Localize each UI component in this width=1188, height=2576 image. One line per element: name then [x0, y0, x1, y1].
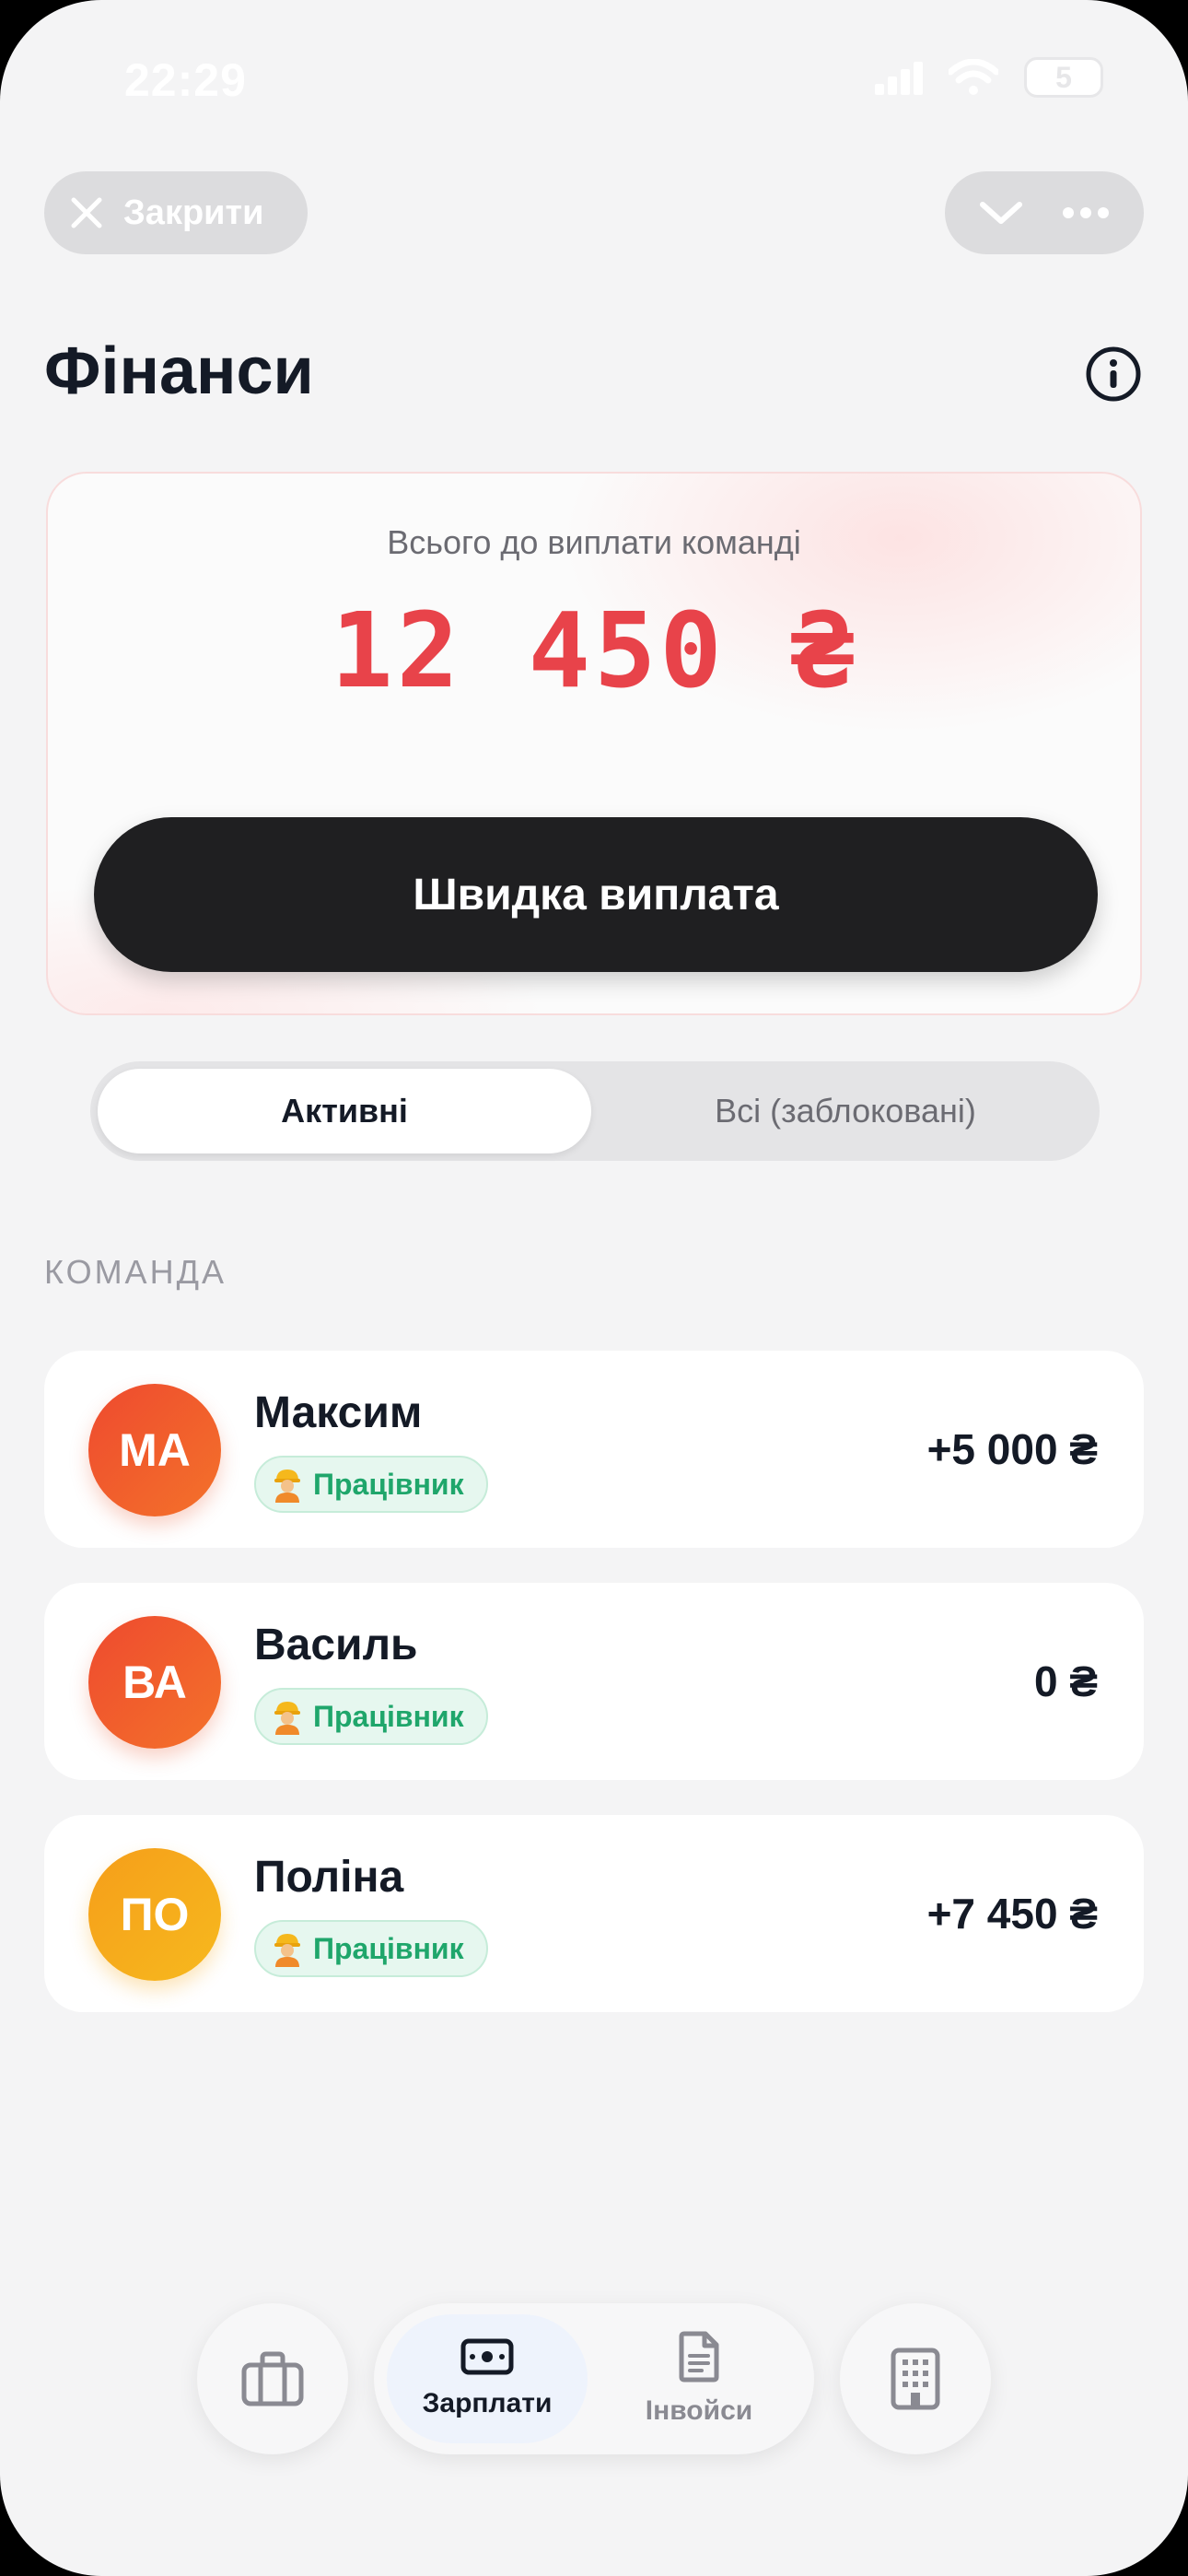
member-name: Максим — [254, 1388, 423, 1437]
chevron-down-icon[interactable] — [979, 199, 1023, 227]
role-label: Працівник — [313, 1467, 464, 1501]
team-member-row[interactable]: МА Максим Працівник +5 000 ₴ — [44, 1351, 1144, 1548]
status-icons: 5 — [875, 57, 1103, 98]
tab-invoices[interactable]: Інвойси — [599, 2314, 799, 2443]
team-member-row[interactable]: ПО Поліна Працівник +7 450 ₴ — [44, 1815, 1144, 2012]
battery-level: 5 — [1055, 60, 1072, 94]
construction-worker-icon — [274, 1469, 300, 1503]
page-title: Фінанси — [44, 334, 314, 408]
signal-icon — [875, 62, 923, 95]
close-button[interactable]: Закрити — [44, 171, 308, 254]
tab-invoices-label: Інвойси — [645, 2395, 753, 2426]
section-label-team: КОМАНДА — [44, 1253, 227, 1291]
role-badge: Працівник — [254, 1688, 488, 1745]
tab-salaries[interactable]: Зарплати — [387, 2314, 588, 2443]
member-amount: +5 000 ₴ — [926, 1425, 1098, 1473]
status-filter: Активні Всі (заблоковані) — [90, 1061, 1100, 1161]
tab-all-blocked[interactable]: Всі (заблоковані) — [599, 1069, 1092, 1153]
member-name: Поліна — [254, 1853, 404, 1902]
wifi-icon — [949, 59, 998, 95]
construction-worker-icon — [274, 1702, 300, 1735]
tab-active[interactable]: Активні — [98, 1069, 591, 1153]
app-screen: 22:29 5 Закрити Фінанси Всього до виплат… — [0, 0, 1188, 2576]
tab-salaries-label: Зарплати — [422, 2388, 553, 2418]
info-icon[interactable] — [1085, 345, 1142, 403]
role-badge: Працівник — [254, 1456, 488, 1513]
window-controls — [945, 171, 1144, 254]
role-label: Працівник — [313, 1931, 464, 1965]
avatar: ПО — [88, 1848, 221, 1981]
summary-amount: 12 450 ₴ — [331, 591, 857, 711]
construction-worker-icon — [274, 1934, 300, 1967]
member-name: Василь — [254, 1621, 418, 1669]
close-icon — [71, 197, 102, 228]
nav-briefcase-button[interactable] — [197, 2303, 348, 2454]
close-label: Закрити — [123, 193, 264, 232]
bottom-nav: Зарплати Інвойси — [374, 2303, 814, 2454]
role-label: Працівник — [313, 1699, 464, 1733]
team-member-row[interactable]: ВА Василь Працівник 0 ₴ — [44, 1583, 1144, 1780]
status-time: 22:29 — [124, 54, 247, 106]
avatar: МА — [88, 1384, 221, 1516]
payout-summary-card: Всього до виплати команді 12 450 ₴ Швидк… — [46, 472, 1142, 1015]
team-list: МА Максим Працівник +5 000 ₴ ВА Василь П… — [44, 1351, 1144, 2047]
battery-indicator: 5 — [1024, 57, 1103, 98]
summary-label: Всього до виплати команді — [387, 523, 801, 561]
quick-pay-button[interactable]: Швидка виплата — [94, 817, 1098, 972]
member-amount: 0 ₴ — [1033, 1657, 1098, 1705]
nav-building-button[interactable] — [840, 2303, 991, 2454]
avatar: ВА — [88, 1616, 221, 1749]
more-icon[interactable] — [1062, 206, 1110, 219]
document-icon — [679, 2331, 719, 2383]
briefcase-icon — [241, 2351, 304, 2406]
cash-icon — [460, 2338, 514, 2375]
member-amount: +7 450 ₴ — [926, 1890, 1098, 1938]
role-badge: Працівник — [254, 1920, 488, 1977]
building-icon — [891, 2348, 940, 2410]
